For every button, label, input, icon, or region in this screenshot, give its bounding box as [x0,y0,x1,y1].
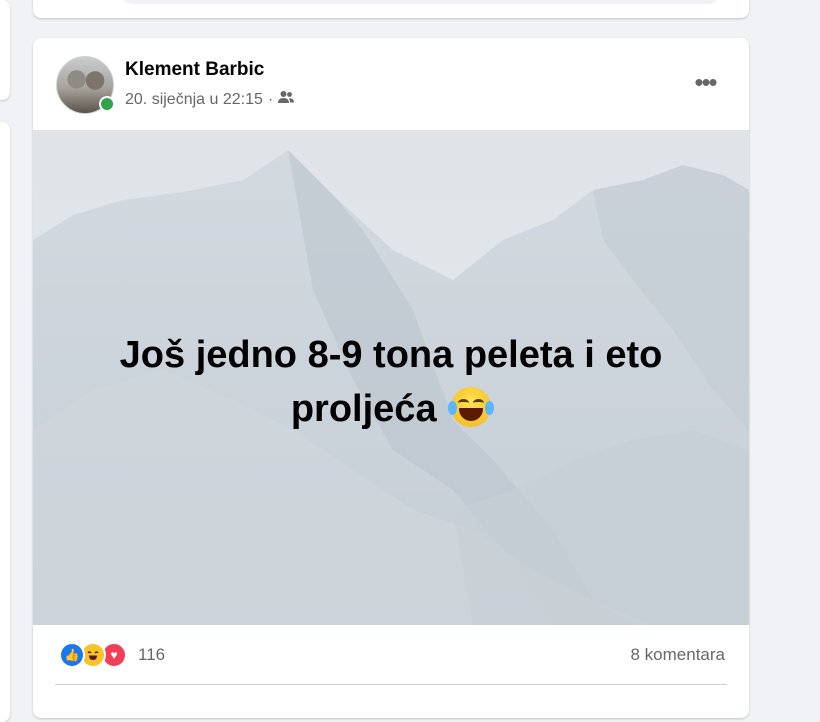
left-column-card-2 [0,122,10,722]
post-card: Klement Barbic 20. siječnja u 22:15 · ••… [33,38,749,718]
left-column-card [0,0,10,100]
post-meta: 20. siječnja u 22:15 · [125,90,295,109]
online-status-dot [99,96,115,112]
like-reaction-icon: 👍 [59,642,85,668]
comments-count[interactable]: 8 komentara [631,645,726,665]
more-options-button[interactable]: ••• [687,64,723,100]
footer-divider [55,684,727,685]
post-text-line-2: proljeća [290,388,437,430]
laughing-tears-emoji-icon [448,387,495,427]
previous-comment-input[interactable] [118,0,723,4]
post-text: Još jedno 8-9 tona peleta i eto proljeća [33,328,749,436]
previous-post-card [33,0,749,18]
friends-icon[interactable] [278,90,295,109]
post-background-image[interactable]: Još jedno 8-9 tona peleta i eto proljeća [33,130,749,625]
post-footer: 👍 ♥ 116 8 komentara [33,625,749,685]
post-text-line-2-wrap: proljeća [73,382,709,436]
post-text-line-1: Još jedno 8-9 tona peleta i eto [119,334,663,376]
reactions-summary[interactable]: 👍 ♥ 116 [59,642,165,668]
reaction-count[interactable]: 116 [138,645,165,665]
meta-separator: · [267,90,274,108]
more-horizontal-icon: ••• [694,66,717,97]
author-avatar-wrap[interactable] [56,56,115,114]
post-timestamp[interactable]: 20. siječnja u 22:15 [125,91,263,109]
author-name[interactable]: Klement Barbic [125,59,264,81]
